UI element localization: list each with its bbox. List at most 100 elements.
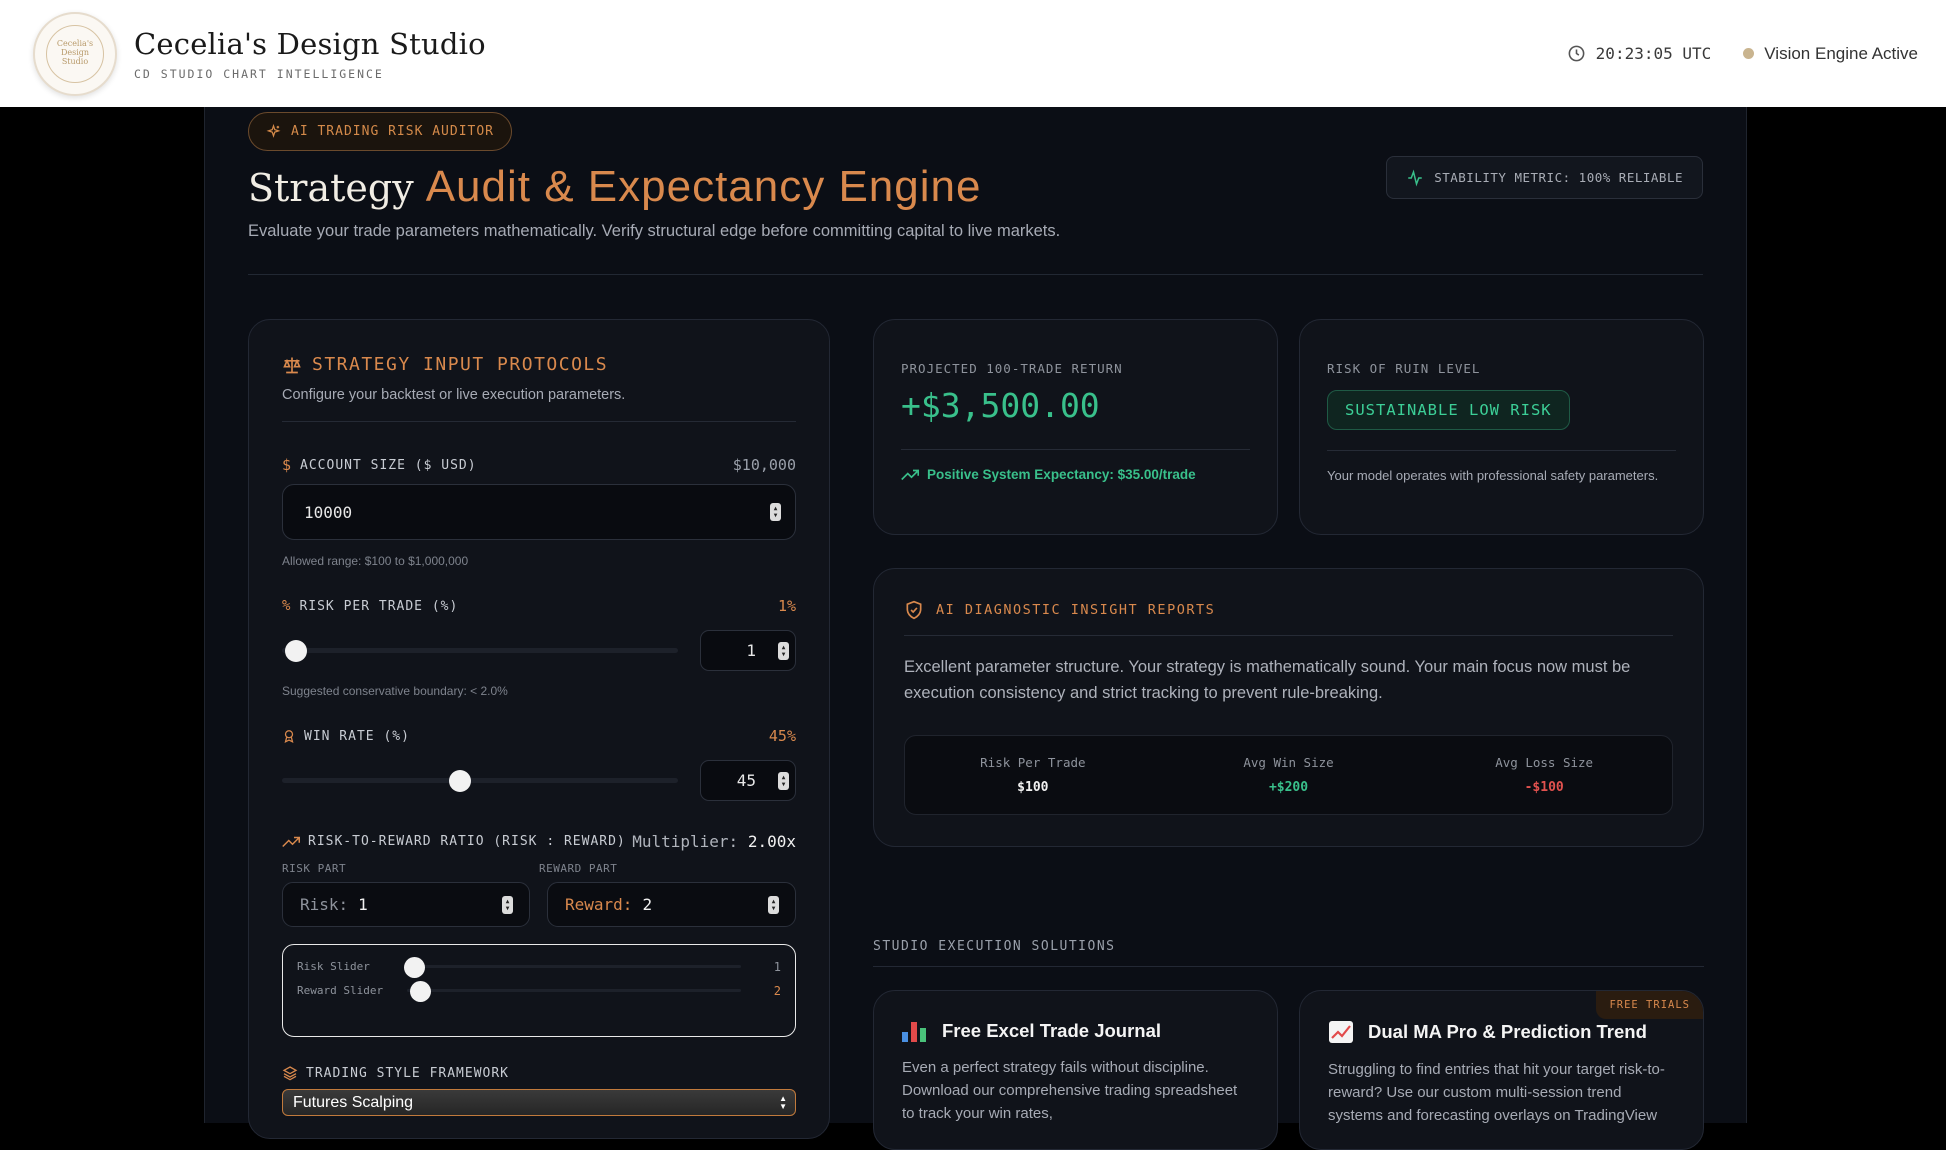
bar-chart-icon [902, 1020, 928, 1042]
metric-label: Risk Per Trade [980, 755, 1086, 770]
title-engine: Audit & Expectancy Engine [425, 162, 982, 211]
risk-per-trade-slider-thumb[interactable] [284, 639, 307, 662]
studio-logo[interactable]: Cecelia's Design Studio [33, 11, 117, 96]
solution-card-dual-ma[interactable]: FREE TRIALS Dual MA Pro & Prediction Tre… [1299, 990, 1704, 1150]
risk-per-trade-header: % RISK PER TRADE (%) 1% [282, 597, 796, 615]
risk-slider-thumb[interactable] [403, 956, 425, 978]
risk-per-trade-display: 1% [777, 597, 796, 615]
ruin-divider [1327, 450, 1676, 451]
solution-title: Dual MA Pro & Prediction Trend [1368, 1021, 1647, 1042]
reward-slider[interactable] [407, 980, 741, 1002]
risk-per-trade-slider[interactable] [282, 639, 678, 662]
scale-icon [283, 357, 301, 373]
title-strategy: Strategy [248, 166, 414, 210]
status-dot-icon [1743, 48, 1755, 59]
ai-metrics-grid: Risk Per Trade $100 Avg Win Size +$200 A… [904, 735, 1673, 815]
ai-insight-text: Excellent parameter structure. Your stra… [904, 658, 1631, 702]
reward-slider-value: 2 [773, 983, 781, 998]
solution-heading: Free Excel Trade Journal [902, 1020, 1249, 1042]
projection-label: PROJECTED 100-TRADE RETURN [901, 361, 1123, 376]
rr-ratio-label: RISK-TO-REWARD RATIO (RISK : REWARD) [308, 834, 626, 849]
reward-part-spinner[interactable]: ▲ ▼ [768, 895, 779, 914]
trend-up-chart-icon [1329, 1021, 1353, 1043]
risk-part-input[interactable]: Risk: 1 ▲ ▼ [282, 882, 530, 927]
dollar-icon: $ [282, 456, 293, 474]
logo-text: Cecelia's Design Studio [56, 39, 94, 66]
utc-clock: 20:23:05 UTC [1567, 44, 1712, 63]
ai-diagnostic-card: AI DIAGNOSTIC INSIGHT REPORTS Excellent … [873, 568, 1704, 847]
expectancy-text: Positive System Expectancy: $35.00/trade [927, 467, 1196, 482]
risk-part-label: RISK PART [282, 862, 347, 875]
trading-style-value: Futures Scalping [293, 1093, 414, 1111]
ai-diagnostic-title-label: AI DIAGNOSTIC INSIGHT REPORTS [936, 602, 1216, 618]
clock-icon [1568, 45, 1585, 62]
metric-avg-win: Avg Win Size +$200 [1161, 755, 1417, 795]
win-rate-label: WIN RATE (%) [304, 728, 410, 744]
reward-part-input[interactable]: Reward: 2 ▲ ▼ [547, 882, 796, 927]
risk-per-trade-input[interactable]: 1 ▲ ▼ [700, 630, 796, 671]
solutions-title: STUDIO EXECUTION SOLUTIONS [873, 939, 1116, 954]
account-size-header: $ ACCOUNT SIZE ($ USD) $10,000 [282, 456, 796, 474]
risk-part-spinner[interactable]: ▲ ▼ [502, 895, 513, 914]
win-rate-display: 45% [768, 727, 796, 745]
metric-label: Avg Loss Size [1495, 755, 1594, 770]
rr-slider-box: Risk Slider 1 Reward Slider 2 [282, 944, 796, 1037]
risk-per-trade-value: 1 [746, 641, 756, 660]
layers-icon [282, 1066, 298, 1081]
rr-multiplier: Multiplier: 2.00x [632, 832, 796, 851]
solution-card-journal[interactable]: Free Excel Trade Journal Even a perfect … [873, 990, 1278, 1150]
pulse-icon [1408, 168, 1422, 187]
metric-avg-loss: Avg Loss Size -$100 [1416, 755, 1672, 795]
win-rate-slider[interactable] [282, 769, 678, 792]
win-rate-value: 45 [736, 771, 756, 790]
page-description: Evaluate your trade parameters mathemati… [248, 222, 1061, 240]
account-size-display: $10,000 [732, 456, 796, 474]
risk-slider[interactable] [403, 956, 741, 978]
trading-style-header: TRADING STYLE FRAMEWORK [282, 1065, 796, 1081]
brand-subtitle: CD STUDIO CHART INTELLIGENCE [134, 66, 384, 81]
input-card-subtitle: Configure your backtest or live executio… [282, 387, 626, 403]
rr-part-labels: RISK PART REWARD PART [282, 862, 796, 875]
input-card-divider [282, 421, 796, 422]
win-rate-header: WIN RATE (%) 45% [282, 727, 796, 745]
trend-up-icon [282, 836, 300, 847]
clock-time: 20:23:05 UTC [1595, 44, 1712, 63]
solution-description: Even a perfect strategy fails without di… [902, 1059, 1238, 1122]
reward-slider-row: Reward Slider 2 [297, 980, 781, 1002]
win-rate-spinner[interactable]: ▲ ▼ [778, 771, 789, 790]
reward-slider-thumb[interactable] [410, 980, 432, 1002]
reward-part-label: REWARD PART [539, 862, 618, 875]
input-card-title: STRATEGY INPUT PROTOCOLS [282, 354, 796, 375]
brand-block: Cecelia's Design Studio CD STUDIO CHART … [134, 27, 486, 81]
ruin-label: RISK OF RUIN LEVEL [1327, 361, 1481, 376]
strategy-input-card: STRATEGY INPUT PROTOCOLS Configure your … [248, 319, 830, 1139]
percent-icon: % [282, 598, 292, 614]
app-header: Cecelia's Design Studio Cecelia's Design… [0, 0, 1946, 107]
stability-metric: STABILITY METRIC: 100% RELIABLE [1386, 156, 1703, 199]
reward-part-prefix: Reward: [565, 895, 633, 914]
reward-slider-label: Reward Slider [297, 984, 384, 997]
trading-style-select[interactable]: Futures Scalping ▲ ▼ [282, 1089, 796, 1116]
rr-ratio-header: RISK-TO-REWARD RATIO (RISK : REWARD) Mul… [282, 832, 796, 851]
risk-part-prefix: Risk: [300, 895, 349, 914]
page-title: Strategy Audit & Expectancy Engine [248, 162, 981, 212]
risk-part-value: 1 [358, 895, 368, 914]
logo-emblem: Cecelia's Design Studio [46, 24, 104, 83]
account-size-spinner[interactable]: ▲ ▼ [770, 503, 781, 521]
solution-title: Free Excel Trade Journal [942, 1020, 1162, 1041]
free-trials-badge: FREE TRIALS [1596, 991, 1703, 1019]
account-size-input[interactable]: 10000 ▲ ▼ [282, 484, 796, 540]
input-card-title-label: STRATEGY INPUT PROTOCOLS [312, 354, 609, 375]
metric-label: Avg Win Size [1243, 755, 1334, 770]
rr-multiplier-label: Multiplier: [632, 832, 739, 851]
ai-diagnostic-title: AI DIAGNOSTIC INSIGHT REPORTS [904, 599, 1673, 621]
risk-per-trade-spinner[interactable]: ▲ ▼ [778, 641, 789, 660]
risk-per-trade-hint: Suggested conservative boundary: < 2.0% [282, 684, 508, 698]
win-rate-slider-thumb[interactable] [449, 769, 472, 792]
engine-status: Vision Engine Active [1743, 44, 1918, 64]
trend-up-icon [901, 469, 919, 480]
solution-heading: Dual MA Pro & Prediction Trend [1328, 1020, 1675, 1044]
win-rate-input[interactable]: 45 ▲ ▼ [700, 760, 796, 801]
account-size-hint: Allowed range: $100 to $1,000,000 [282, 554, 469, 568]
projection-value: +$3,500.00 [901, 386, 1100, 425]
